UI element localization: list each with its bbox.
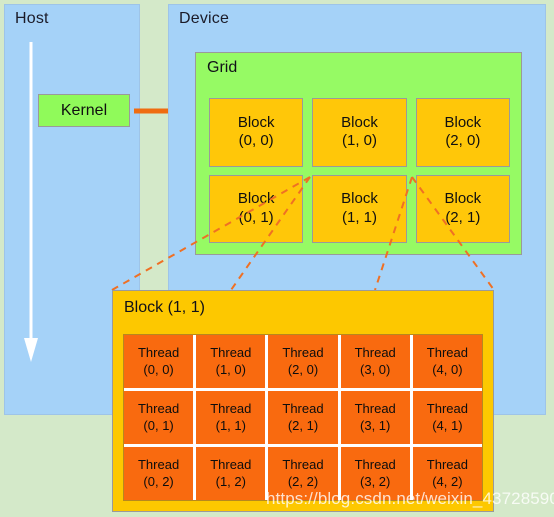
block-name: Block bbox=[237, 190, 275, 208]
thread-index: (3, 0) bbox=[360, 361, 391, 377]
thread-name: Thread bbox=[137, 401, 180, 417]
block-cell[interactable]: Block (1, 0) bbox=[312, 98, 407, 167]
diagram-canvas: Host Kernel Device Grid Block (0, 0) Blo… bbox=[0, 0, 554, 517]
block-cell[interactable]: Block (0, 1) bbox=[209, 174, 304, 243]
thread-name: Thread bbox=[282, 345, 324, 361]
block-name: Block bbox=[237, 113, 275, 131]
thread-index: (1, 1) bbox=[215, 417, 246, 433]
thread-index: (3, 1) bbox=[360, 417, 391, 433]
kernel-label: Kernel bbox=[60, 101, 108, 119]
watermark: https://blog.csdn.net/weixin_43728590 bbox=[266, 489, 554, 508]
thread-index: (0, 2) bbox=[143, 473, 174, 489]
thread-cell[interactable]: Thread (1, 1) bbox=[196, 391, 266, 444]
thread-name: Thread bbox=[426, 345, 468, 361]
thread-index: (0, 1) bbox=[143, 417, 174, 433]
thread-index: (1, 2) bbox=[215, 473, 246, 489]
kernel-box[interactable]: Kernel bbox=[38, 94, 130, 127]
thread-cell[interactable]: Thread (0, 0) bbox=[124, 335, 194, 388]
block-cell-selected[interactable]: Block (1, 1) bbox=[312, 174, 407, 243]
thread-index: (2, 0) bbox=[287, 361, 319, 377]
thread-index: (2, 1) bbox=[287, 417, 319, 433]
thread-cell[interactable]: Thread (2, 0) bbox=[268, 335, 338, 388]
block-name: Block bbox=[444, 113, 482, 131]
block-cell[interactable]: Block (0, 0) bbox=[209, 98, 304, 167]
block-index: (0, 0) bbox=[238, 132, 274, 150]
thread-index: (1, 0) bbox=[215, 361, 246, 377]
block-index: (2, 0) bbox=[445, 132, 481, 150]
thread-name: Thread bbox=[282, 401, 324, 417]
detail-block-label: Block (1, 1) bbox=[124, 299, 205, 316]
thread-name: Thread bbox=[210, 457, 252, 473]
thread-index: (4, 2) bbox=[432, 473, 463, 489]
thread-index: (4, 1) bbox=[432, 417, 463, 433]
thread-name: Thread bbox=[354, 401, 396, 417]
block-cell[interactable]: Block (2, 1) bbox=[415, 174, 510, 243]
block-name: Block bbox=[341, 113, 378, 131]
block-index: (0, 1) bbox=[238, 208, 274, 226]
thread-name: Thread bbox=[137, 457, 180, 473]
thread-index: (0, 0) bbox=[143, 361, 174, 377]
device-label: Device bbox=[179, 10, 230, 27]
thread-cell[interactable]: Thread (0, 2) bbox=[124, 447, 194, 500]
block-name: Block bbox=[444, 190, 482, 208]
thread-cell[interactable]: Thread (4, 1) bbox=[412, 391, 482, 444]
thread-index: (2, 2) bbox=[287, 473, 319, 489]
host-label: Host bbox=[15, 10, 49, 27]
thread-name: Thread bbox=[210, 345, 252, 361]
block-cell[interactable]: Block (2, 0) bbox=[415, 98, 510, 167]
grid-box: Grid Block (0, 0) Block (1, 0) Block (2,… bbox=[195, 52, 522, 255]
thread-name: Thread bbox=[282, 457, 324, 473]
thread-name: Thread bbox=[354, 457, 396, 473]
thread-cell[interactable]: Thread (3, 0) bbox=[340, 335, 410, 388]
thread-grid: Thread (0, 0) Thread (1, 0) Thread (2, 0… bbox=[123, 334, 483, 501]
thread-cell[interactable]: Thread (4, 0) bbox=[412, 335, 482, 388]
grid-label: Grid bbox=[207, 59, 238, 76]
thread-cell[interactable]: Thread (1, 2) bbox=[196, 447, 266, 500]
block-index: (1, 1) bbox=[341, 208, 377, 226]
thread-name: Thread bbox=[426, 457, 468, 473]
thread-cell[interactable]: Thread (3, 1) bbox=[340, 391, 410, 444]
thread-cell[interactable]: Thread (2, 1) bbox=[268, 391, 338, 444]
thread-index: (3, 2) bbox=[360, 473, 391, 489]
thread-cell[interactable]: Thread (0, 1) bbox=[124, 391, 194, 444]
thread-name: Thread bbox=[210, 401, 252, 417]
block-grid: Block (0, 0) Block (1, 0) Block (2, 0) B… bbox=[209, 98, 510, 243]
thread-name: Thread bbox=[137, 345, 180, 361]
thread-name: Thread bbox=[426, 401, 468, 417]
block-index: (2, 1) bbox=[445, 208, 481, 226]
thread-name: Thread bbox=[354, 345, 396, 361]
detail-block-panel: Block (1, 1) Thread (0, 0) Thread (1, 0)… bbox=[112, 290, 494, 512]
thread-cell[interactable]: Thread (1, 0) bbox=[196, 335, 266, 388]
thread-index: (4, 0) bbox=[432, 361, 463, 377]
block-name: Block bbox=[341, 190, 378, 208]
block-index: (1, 0) bbox=[341, 132, 377, 150]
